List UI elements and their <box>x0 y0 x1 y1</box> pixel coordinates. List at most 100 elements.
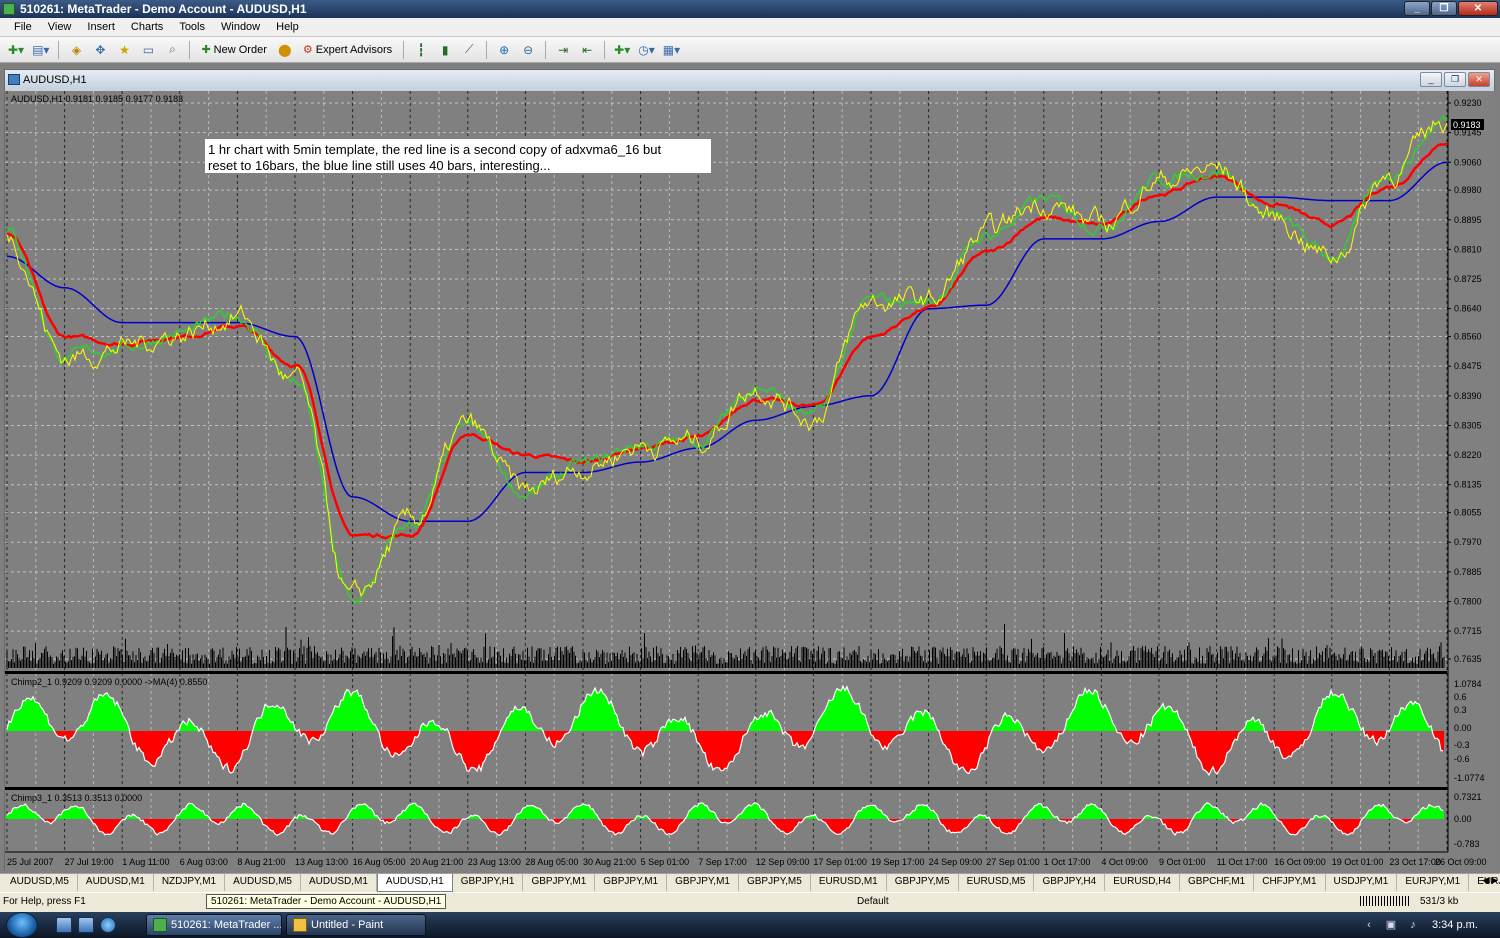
candlesticks-icon[interactable]: ▮ <box>435 40 455 60</box>
taskbar-metatrader-label: 510261: MetaTrader ... <box>171 919 282 931</box>
annotation-line-1: 1 hr chart with 5min template, the red l… <box>208 142 661 157</box>
date-label: 27 Jul 19:00 <box>65 857 114 867</box>
tab-chart[interactable]: AUDUSD,H1 <box>376 874 453 892</box>
menu-charts[interactable]: Charts <box>123 21 171 33</box>
chart-restore-button[interactable]: ❐ <box>1444 72 1466 87</box>
menu-file[interactable]: File <box>6 21 40 33</box>
market-watch-icon[interactable]: ◈ <box>66 40 86 60</box>
price-label: 0.9230 <box>1454 98 1482 108</box>
tab-chart[interactable]: USDJPY,M1 <box>1325 874 1398 891</box>
menu-bar: File View Insert Charts Tools Window Hel… <box>0 18 1500 37</box>
tab-chart[interactable]: EURUSD,M5 <box>958 874 1035 891</box>
pane-separator[interactable] <box>5 787 1447 790</box>
tab-chart[interactable]: EURUSD,H4 <box>1105 874 1180 891</box>
menu-insert[interactable]: Insert <box>79 21 123 33</box>
price-label: 0.7885 <box>1454 567 1482 577</box>
zoom-in-icon[interactable]: ⊕ <box>494 40 514 60</box>
menu-view[interactable]: View <box>40 21 80 33</box>
internet-explorer-icon[interactable] <box>100 917 116 933</box>
chart-minimize-button[interactable]: _ <box>1420 72 1442 87</box>
tab-chart[interactable]: NZDJPY,M1 <box>153 874 226 891</box>
indicator-2-label: Chimp3_1 0.3513 0.3513 0.0000 <box>11 793 142 803</box>
tab-chart[interactable]: GBPJPY,M1 <box>523 874 596 891</box>
metaeditor-icon[interactable]: ⬤ <box>275 40 295 60</box>
new-order-button[interactable]: ✚ New Order <box>197 40 270 60</box>
tab-chart[interactable]: GBPJPY,M1 <box>595 874 668 891</box>
metatrader-icon <box>153 918 167 932</box>
indicator-1-label: Chimp2_1 0.9209 0.9209 0.0000 ->MA(4) 0.… <box>11 677 207 687</box>
tab-chart[interactable]: EURUSD,M1 <box>810 874 887 891</box>
switch-windows-icon[interactable] <box>78 917 94 933</box>
line-chart-icon[interactable]: ⟋ <box>459 40 479 60</box>
menu-tools[interactable]: Tools <box>171 21 213 33</box>
tab-chart[interactable]: CHFJPY,M1 <box>1254 874 1326 891</box>
date-label: 25 Jul 2007 <box>7 857 54 867</box>
main-toolbar: ✚▾ ▤▾ ◈ ✥ ★ ▭ ⌕ ✚ New Order ⬤ ⚙ Expert A… <box>0 37 1500 63</box>
terminal-icon[interactable]: ▭ <box>138 40 158 60</box>
window-title-bar[interactable]: 510261: MetaTrader - Demo Account - AUDU… <box>0 0 1500 18</box>
tab-chart[interactable]: GBPCHF,M1 <box>1180 874 1255 891</box>
price-label: 0.9060 <box>1454 157 1482 167</box>
templates-icon[interactable]: ▦▾ <box>661 40 682 60</box>
tab-chart[interactable]: EURJPY,M1 <box>1397 874 1470 891</box>
menu-help[interactable]: Help <box>268 21 307 33</box>
tab-chart[interactable]: AUDUSD,M5 <box>225 874 301 891</box>
pane-separator[interactable] <box>5 671 1447 674</box>
expert-advisors-button[interactable]: ⚙ Expert Advisors <box>299 40 396 60</box>
date-label: 8 Aug 21:00 <box>237 857 285 867</box>
tab-chart[interactable]: GBPJPY,M1 <box>667 874 739 891</box>
chart-close-button[interactable]: ✕ <box>1468 72 1490 87</box>
chart-window: AUDUSD,H1 _ ❐ ✕ 0.9230 0.9145 0.9060 0.8980… <box>4 69 1495 872</box>
volume-icon[interactable]: ♪ <box>1406 918 1420 932</box>
annotation-line-2: reset to 16bars, the blue line still use… <box>208 158 551 173</box>
start-button[interactable] <box>6 912 38 938</box>
price-label: 0.8305 <box>1454 420 1482 430</box>
taskbar-tooltip: 510261: MetaTrader - Demo Account - AUDU… <box>206 894 447 909</box>
strategy-tester-icon[interactable]: ⌕ <box>162 40 182 60</box>
chart-window-controls: _ ❐ ✕ <box>1420 72 1490 87</box>
zoom-out-icon[interactable]: ⊖ <box>518 40 538 60</box>
menu-window[interactable]: Window <box>213 21 268 33</box>
new-order-label: New Order <box>213 43 267 56</box>
chart-shift-icon[interactable]: ⇤ <box>577 40 597 60</box>
chart-window-title-bar[interactable]: AUDUSD,H1 _ ❐ ✕ <box>5 70 1494 90</box>
price-chart[interactable]: 0.92300.91450.90600.89800.88950.88100.87… <box>5 91 1495 872</box>
chart-window-title: AUDUSD,H1 <box>23 74 87 86</box>
new-chart-icon[interactable]: ✚▾ <box>6 40 26 60</box>
date-label: 1 Aug 11:00 <box>122 857 169 867</box>
minimize-button[interactable]: _ <box>1404 1 1430 16</box>
taskbar-metatrader-button[interactable]: 510261: MetaTrader ... <box>146 914 282 936</box>
bar-chart-icon[interactable]: ┇ <box>411 40 431 60</box>
close-button[interactable]: ✕ <box>1458 1 1498 16</box>
tab-chart[interactable]: GBPJPY,H1 <box>452 874 524 891</box>
clock[interactable]: 3:34 p.m. <box>1432 919 1478 931</box>
tab-chart[interactable]: AUDUSD,M5 <box>2 874 78 891</box>
price-scale-area <box>1448 91 1495 852</box>
data-window-icon[interactable]: ★ <box>114 40 134 60</box>
profiles-icon[interactable]: ▤▾ <box>30 40 51 60</box>
tab-chart[interactable]: AUDUSD,M1 <box>301 874 377 891</box>
tab-chart[interactable]: GBPJPY,M5 <box>886 874 959 891</box>
tab-chart[interactable]: AUDUSD,M1 <box>77 874 154 891</box>
navigator-icon[interactable]: ✥ <box>90 40 110 60</box>
restore-button[interactable]: ❐ <box>1431 1 1457 16</box>
tab-scroll-left-icon[interactable]: ◀ <box>1482 875 1489 886</box>
time-scale-area <box>5 852 1495 872</box>
date-label: 20 Aug 21:00 <box>410 857 463 867</box>
status-profile: Default <box>857 896 889 907</box>
autoscroll-icon[interactable]: ⇥ <box>553 40 573 60</box>
tab-chart[interactable]: GBPJPY,H4 <box>1034 874 1106 891</box>
taskbar-paint-button[interactable]: Untitled - Paint <box>286 914 426 936</box>
status-traffic: 531/3 kb <box>1420 896 1459 907</box>
current-price-label: 0.9183 <box>1453 120 1481 130</box>
indicator-1-scale-label: 0.3 <box>1454 705 1467 715</box>
toolbar-separator <box>58 40 60 59</box>
chevron-left-icon[interactable]: ‹ <box>1362 918 1376 932</box>
price-label: 0.8055 <box>1454 508 1482 518</box>
tab-chart[interactable]: GBPJPY,M5 <box>738 874 811 891</box>
network-icon[interactable]: ▣ <box>1384 918 1398 932</box>
show-desktop-icon[interactable] <box>56 917 72 933</box>
indicators-icon[interactable]: ✚▾ <box>612 40 632 60</box>
tab-scroll-right-icon[interactable]: ▶ <box>1491 875 1498 886</box>
periods-icon[interactable]: ◷▾ <box>636 40 657 60</box>
